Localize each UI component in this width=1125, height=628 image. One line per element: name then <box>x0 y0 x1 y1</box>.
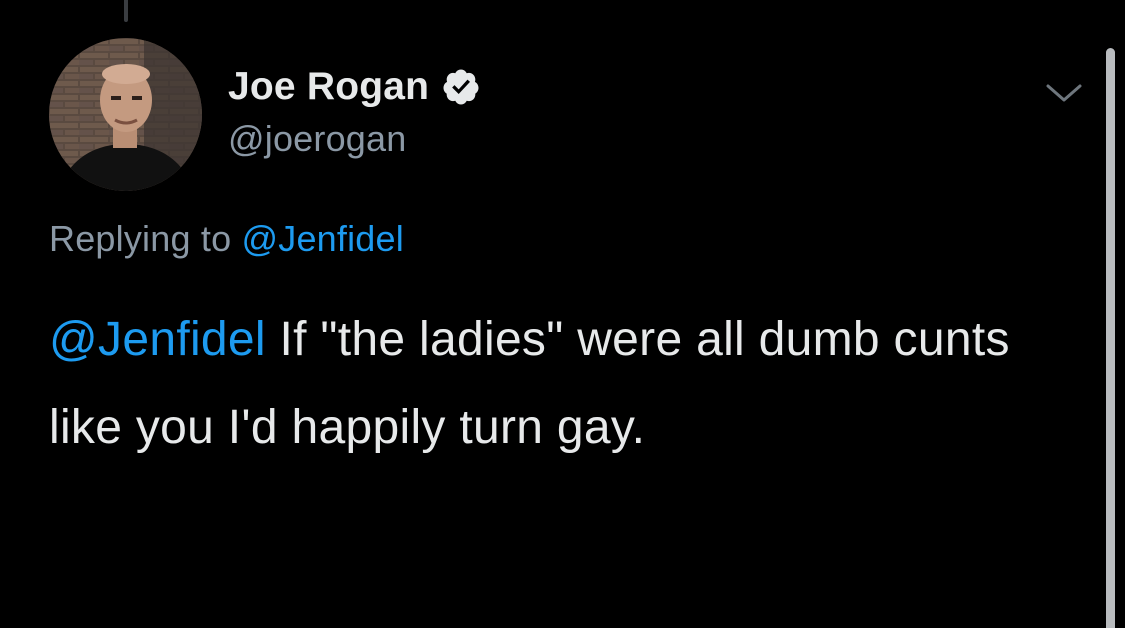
author-name-row: Joe Rogan <box>228 62 481 112</box>
scrollbar[interactable] <box>1106 48 1115 628</box>
avatar[interactable] <box>49 38 202 191</box>
author-handle[interactable]: @joerogan <box>228 118 481 160</box>
author-display-name[interactable]: Joe Rogan <box>228 65 429 109</box>
verified-badge-icon <box>441 67 481 107</box>
body-mention-link[interactable]: @Jenfidel <box>49 313 266 366</box>
tweet-text: @Jenfidel If "the ladies" were all dumb … <box>49 296 1049 472</box>
tweet-screen: Joe Rogan @joerogan Replying to @Jenfide… <box>0 0 1125 628</box>
profile-photo-icon <box>49 38 202 191</box>
replying-to-label: Replying to <box>49 218 242 259</box>
tweet-header: Joe Rogan @joerogan <box>228 62 481 160</box>
chevron-down-icon[interactable] <box>1044 78 1084 108</box>
replying-to-line: Replying to @Jenfidel <box>49 218 404 260</box>
reply-mention-link[interactable]: @Jenfidel <box>242 218 404 259</box>
thread-connector-line <box>124 0 128 22</box>
